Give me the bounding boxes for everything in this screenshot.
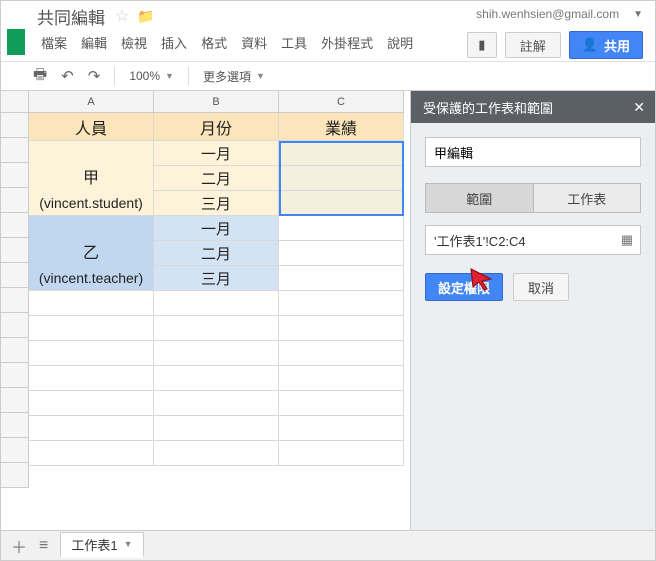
cell-a7[interactable]: (vincent.teacher) [29, 266, 154, 291]
share-button[interactable]: 👤 共用 [569, 31, 643, 59]
cell-b3[interactable]: 二月 [154, 166, 279, 191]
all-sheets-icon[interactable]: ≡ [39, 537, 48, 555]
cell-a2[interactable] [29, 141, 154, 166]
zoom-value: 100% [129, 69, 160, 83]
toolbar: 🖶 ↶ ↷ 100% ▼ 更多選項 ▼ [1, 61, 655, 91]
caret-down-icon: ▼ [256, 71, 265, 81]
menu-addons[interactable]: 外掛程式 [321, 33, 373, 52]
set-permissions-button[interactable]: 設定權限 [425, 273, 503, 301]
menu-insert[interactable]: 插入 [161, 33, 187, 52]
folder-icon[interactable]: 📁 [137, 8, 154, 25]
col-header-c[interactable]: C [279, 91, 404, 113]
sheet-tabs-bar: ＋ ≡ 工作表1 ▼ [1, 530, 655, 560]
menu-tools[interactable]: 工具 [281, 33, 307, 52]
protected-ranges-panel: 受保護的工作表和範圍 ✕ 範圍 工作表 '工作表1'!C2:C4 ▦ 設定權限 … [410, 91, 655, 531]
cell-c4[interactable] [279, 191, 404, 216]
cell-b2[interactable]: 一月 [154, 141, 279, 166]
cell-a3-merged[interactable]: 甲 [29, 166, 154, 191]
share-label: 共用 [604, 36, 630, 55]
more-options-label: 更多選項 [203, 68, 251, 85]
col-header-a[interactable]: A [29, 91, 154, 113]
comments-button[interactable]: 註解 [505, 32, 561, 58]
protection-name-input[interactable] [425, 137, 641, 167]
cell-c7[interactable] [279, 266, 404, 291]
col-header-b[interactable]: B [154, 91, 279, 113]
cell-b4[interactable]: 三月 [154, 191, 279, 216]
account-menu-caret-icon[interactable]: ▼ [633, 9, 643, 20]
zoom-dropdown[interactable]: 100% ▼ [129, 69, 174, 83]
tab-range[interactable]: 範圍 [425, 183, 533, 213]
star-icon[interactable]: ☆ [115, 6, 129, 26]
close-icon[interactable]: ✕ [633, 99, 645, 116]
cell-c5[interactable] [279, 216, 404, 241]
cancel-button[interactable]: 取消 [513, 273, 569, 301]
cell-c2[interactable] [279, 141, 404, 166]
doc-title[interactable]: 共同編輯 [37, 4, 105, 29]
redo-icon[interactable]: ↷ [88, 67, 101, 85]
cell-b5[interactable]: 一月 [154, 216, 279, 241]
spreadsheet[interactable]: A B C 人員 月份 業績 一月 [1, 91, 410, 531]
panel-title: 受保護的工作表和範圍 [423, 98, 553, 117]
menu-help[interactable]: 說明 [387, 33, 413, 52]
menu-edit[interactable]: 編輯 [81, 33, 107, 52]
add-sheet-icon[interactable]: ＋ [11, 534, 27, 558]
menu-format[interactable]: 格式 [201, 33, 227, 52]
print-icon[interactable]: 🖶 [33, 64, 47, 89]
cell-a5[interactable] [29, 216, 154, 241]
sheet-tab-label: 工作表1 [71, 535, 117, 554]
select-range-icon[interactable]: ▦ [614, 232, 640, 248]
account-email[interactable]: shih.wenhsien@gmail.com [476, 7, 619, 21]
sheets-logo [7, 29, 25, 55]
menu-file[interactable]: 檔案 [41, 33, 67, 52]
chat-icon[interactable]: ▮ [467, 32, 497, 58]
more-options-dropdown[interactable]: 更多選項 ▼ [203, 68, 265, 85]
cell-c3[interactable] [279, 166, 404, 191]
menu-data[interactable]: 資料 [241, 33, 267, 52]
undo-icon[interactable]: ↶ [61, 67, 74, 85]
sheet-tab-1[interactable]: 工作表1 ▼ [60, 532, 143, 558]
cell-c1[interactable]: 業績 [279, 113, 404, 141]
cell-b7[interactable]: 三月 [154, 266, 279, 291]
cell-a4[interactable]: (vincent.student) [29, 191, 154, 216]
tab-sheet[interactable]: 工作表 [533, 183, 642, 213]
cell-b6[interactable]: 二月 [154, 241, 279, 266]
select-all-cell[interactable] [1, 91, 29, 113]
cell-b1[interactable]: 月份 [154, 113, 279, 141]
menu-view[interactable]: 檢視 [121, 33, 147, 52]
cell-a1[interactable]: 人員 [29, 113, 154, 141]
caret-down-icon[interactable]: ▼ [124, 539, 133, 549]
caret-down-icon: ▼ [165, 71, 174, 81]
range-input[interactable]: '工作表1'!C2:C4 [426, 231, 614, 250]
person-icon: 👤 [582, 37, 598, 53]
cell-c6[interactable] [279, 241, 404, 266]
cell-a6-merged[interactable]: 乙 [29, 241, 154, 266]
